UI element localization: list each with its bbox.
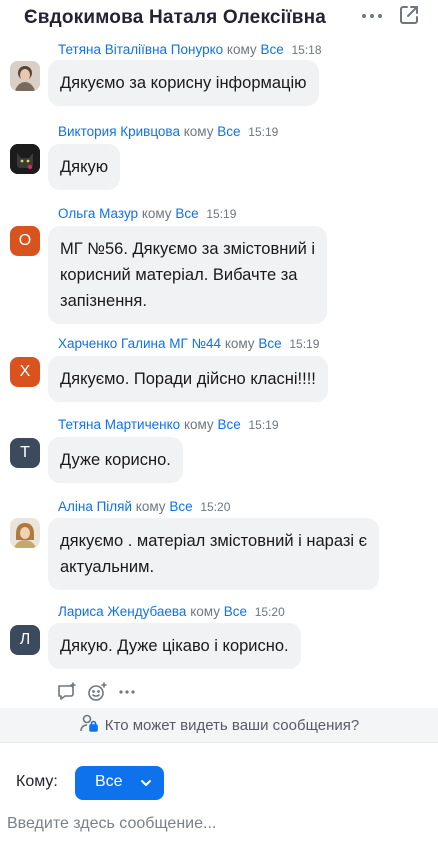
- avatar-initial: Т: [10, 438, 40, 468]
- message-bubble: Дякуємо. Поради дійсно класні!!!!: [48, 356, 328, 402]
- recipient-name[interactable]: Все: [258, 336, 281, 351]
- recipient-row: Кому: Все: [0, 742, 438, 802]
- message-line: корисний матеріал. Вибачте за: [60, 266, 298, 284]
- user-lock-icon: [79, 713, 99, 738]
- recipient-name[interactable]: Все: [175, 206, 198, 221]
- message-time: 15:20: [200, 500, 231, 514]
- message-sender-line: Аліна Піляй кому Все 15:20: [58, 499, 230, 514]
- chat-header: Євдокимова Наталя Олексіївна: [0, 0, 438, 44]
- message-actions: [56, 682, 138, 702]
- to-word: кому: [135, 499, 166, 514]
- avatar-photo: [10, 61, 40, 91]
- avatar-letter: Л: [19, 631, 31, 648]
- recipient-name[interactable]: Все: [217, 417, 240, 432]
- message-time: 15:18: [291, 44, 322, 57]
- message-line: актуальним.: [60, 558, 155, 576]
- chat-title: Євдокимова Наталя Олексіївна: [24, 7, 327, 28]
- recipient-name[interactable]: Все: [169, 499, 192, 514]
- to-word: кому: [183, 417, 214, 432]
- sender-name[interactable]: Виктория Кривцова: [58, 124, 180, 139]
- message-line: дякуємо . матеріал змістовний і наразі є: [60, 532, 368, 550]
- message-line: МГ №56. Дякуємо за змістовний і: [60, 240, 316, 258]
- emoji-icon[interactable]: [86, 682, 108, 702]
- recipient-name[interactable]: Все: [217, 124, 240, 139]
- sender-name[interactable]: Аліна Піляй: [58, 499, 132, 514]
- to-word: кому: [226, 44, 257, 57]
- recipient-name[interactable]: Все: [224, 604, 247, 619]
- privacy-notice[interactable]: Кто может видеть ваши сообщения?: [0, 708, 438, 742]
- avatar-initial: Л: [10, 625, 40, 655]
- sender-name[interactable]: Тетяна Віталіївна Понурко: [58, 44, 223, 57]
- message-bubble: Дуже корисно.: [48, 437, 183, 483]
- sender-name[interactable]: Ольга Мазур: [58, 206, 138, 221]
- recipient-selected: Все: [95, 773, 123, 790]
- reply-icon[interactable]: [56, 682, 78, 702]
- more-dots-icon[interactable]: [360, 6, 384, 26]
- message-time: 15:19: [248, 125, 279, 139]
- avatar-letter: Т: [20, 444, 30, 461]
- avatar-letter: Х: [19, 363, 31, 380]
- to-word: кому: [141, 206, 172, 221]
- to-word: кому: [190, 604, 220, 619]
- more-icon[interactable]: [116, 682, 138, 702]
- popout-icon[interactable]: [398, 4, 420, 26]
- avatar-initial: О: [10, 226, 40, 256]
- message-sender-line: Лариса Жендубаева кому Все 15:20: [58, 604, 285, 619]
- recipient-name[interactable]: Все: [260, 44, 283, 57]
- avatar-initial: Х: [10, 357, 40, 387]
- message-time: 15:19: [248, 418, 279, 432]
- privacy-text: Кто может видеть ваши сообщения?: [104, 716, 360, 734]
- message-time: 15:19: [206, 207, 237, 221]
- message-bubble: Дякую. Дуже цікаво і корисно.: [48, 623, 301, 669]
- message-bubble: дякуємо . матеріал змістовний і наразі є…: [48, 518, 380, 590]
- message-bubble: МГ №56. Дякуємо за змістовний і корисний…: [48, 226, 328, 324]
- sender-name[interactable]: Харченко Галина МГ №44: [58, 336, 221, 351]
- message-bubble: Дякуємо за корисну інформацію: [48, 60, 319, 106]
- message-time: 15:20: [254, 605, 285, 619]
- message-sender-line: Харченко Галина МГ №44 кому Все 15:19: [58, 336, 319, 351]
- recipient-label: Кому:: [16, 773, 58, 790]
- sender-name[interactable]: Лариса Жендубаева: [58, 604, 186, 619]
- message-time: 15:19: [289, 337, 320, 351]
- avatar-letter: О: [18, 232, 32, 249]
- message-bubble: Дякую: [48, 144, 121, 190]
- message-line: запізнення.: [60, 292, 147, 310]
- sender-name[interactable]: Тетяна Мартиченко: [58, 417, 180, 432]
- avatar-photo: [10, 518, 40, 548]
- message-sender-line: Тетяна Мартиченко кому Все 15:19: [58, 417, 279, 432]
- message-input[interactable]: [7, 812, 427, 836]
- recipient-select[interactable]: Все: [75, 766, 164, 800]
- to-word: кому: [183, 124, 214, 139]
- message-sender-line: Виктория Кривцова кому Все 15:19: [58, 124, 278, 139]
- chat-message-list[interactable]: Тетяна Віталіївна Понурко кому Все 15:18…: [0, 44, 438, 708]
- message-sender-line: Ольга Мазур кому Все 15:19: [58, 206, 236, 221]
- to-word: кому: [224, 336, 255, 351]
- avatar-photo: [10, 144, 40, 174]
- chevron-down-icon: [139, 776, 153, 790]
- message-sender-line: Тетяна Віталіївна Понурко кому Все 15:18: [58, 44, 322, 57]
